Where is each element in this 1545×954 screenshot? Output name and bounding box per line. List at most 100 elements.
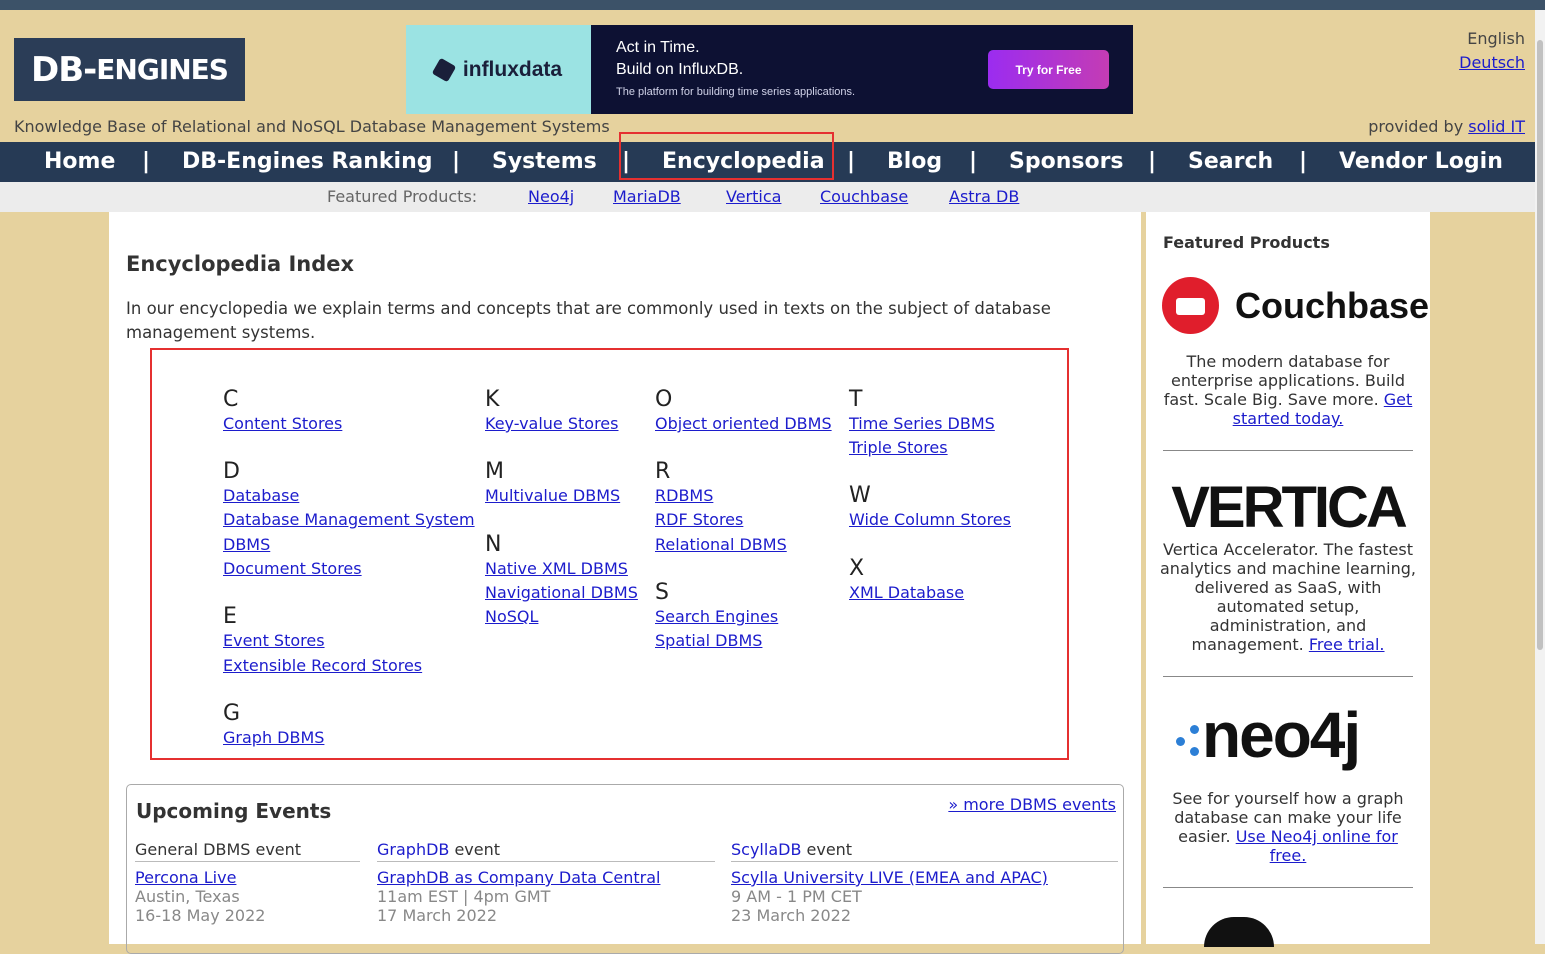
vertica-cta-link[interactable]: Free trial. bbox=[1309, 635, 1385, 654]
index-entry-search-engines[interactable]: Search Engines bbox=[655, 605, 778, 629]
index-entry-spatial-dbms[interactable]: Spatial DBMS bbox=[655, 629, 762, 653]
sidebar-divider bbox=[1163, 676, 1413, 677]
nav-blog[interactable]: Blog bbox=[887, 142, 942, 182]
index-entry-wide-column-stores[interactable]: Wide Column Stores bbox=[849, 508, 1011, 532]
index-letter: G bbox=[223, 701, 241, 726]
event-category-text: event bbox=[801, 840, 853, 859]
scrollbar-thumb[interactable] bbox=[1537, 40, 1543, 650]
featured-label: Featured Products: bbox=[327, 187, 478, 206]
index-entry-dbms-system[interactable]: Database Management System bbox=[223, 508, 475, 532]
featured-mariadb-link[interactable]: MariaDB bbox=[613, 182, 681, 212]
more-events-link[interactable]: » more DBMS events bbox=[948, 795, 1116, 814]
event-time: 11am EST | 4pm GMT bbox=[377, 887, 551, 906]
event-name-link[interactable]: Scylla University LIVE (EMEA and APAC) bbox=[731, 868, 1048, 887]
index-letter: W bbox=[849, 483, 871, 508]
ad-banner[interactable]: influxdata Act in Time. Build on InfluxD… bbox=[406, 25, 1133, 114]
couchbase-logo[interactable]: Couchbase bbox=[1162, 277, 1429, 334]
ad-brand-panel: influxdata bbox=[406, 25, 591, 114]
vertica-logo[interactable]: VERTICA bbox=[1162, 474, 1414, 541]
event-date: 16-18 May 2022 bbox=[135, 906, 266, 925]
neo4j-logo[interactable]: neo4j bbox=[1176, 703, 1361, 767]
neo4j-description: See for yourself how a graph database ca… bbox=[1158, 789, 1418, 865]
encyclopedia-index: C Content Stores D Database Database Man… bbox=[150, 348, 1069, 760]
nav-ranking[interactable]: DB-Engines Ranking bbox=[182, 142, 433, 182]
index-entry-rdf-stores[interactable]: RDF Stores bbox=[655, 508, 743, 532]
couchbase-text: The modern database for enterprise appli… bbox=[1163, 352, 1406, 409]
ad-brand: influxdata bbox=[462, 57, 563, 81]
nav-home[interactable]: Home bbox=[44, 142, 115, 182]
couchbase-wordmark: Couchbase bbox=[1235, 284, 1430, 326]
index-entry-native-xml-dbms[interactable]: Native XML DBMS bbox=[485, 557, 628, 581]
logo-text: DB- bbox=[31, 49, 97, 90]
index-entry-object-oriented-dbms[interactable]: Object oriented DBMS bbox=[655, 412, 832, 436]
nav-search[interactable]: Search bbox=[1188, 142, 1273, 182]
nav-separator: | bbox=[847, 149, 856, 174]
ad-cta-button[interactable]: Try for Free bbox=[988, 50, 1109, 89]
index-entry-relational-dbms[interactable]: Relational DBMS bbox=[655, 533, 787, 557]
featured-couchbase-link[interactable]: Couchbase bbox=[820, 182, 908, 212]
event-date: 17 March 2022 bbox=[377, 906, 498, 925]
couchbase-description: The modern database for enterprise appli… bbox=[1158, 352, 1418, 428]
index-letter: E bbox=[223, 604, 237, 629]
featured-vertica-link[interactable]: Vertica bbox=[726, 182, 781, 212]
mariadb-logo[interactable] bbox=[1204, 917, 1274, 947]
event-name-link[interactable]: Percona Live bbox=[135, 868, 236, 887]
index-entry-multivalue-dbms[interactable]: Multivalue DBMS bbox=[485, 484, 620, 508]
index-entry-triple-stores[interactable]: Triple Stores bbox=[849, 436, 948, 460]
main-content: Encyclopedia Index In our encyclopedia w… bbox=[109, 212, 1141, 954]
nav-sponsors[interactable]: Sponsors bbox=[1009, 142, 1124, 182]
solid-it-link[interactable]: solid IT bbox=[1468, 117, 1525, 136]
index-entry-document-stores[interactable]: Document Stores bbox=[223, 557, 362, 581]
index-entry-content-stores[interactable]: Content Stores bbox=[223, 412, 342, 436]
neo4j-graph-icon bbox=[1176, 715, 1202, 756]
index-entry-nosql[interactable]: NoSQL bbox=[485, 605, 538, 629]
event-category-link[interactable]: GraphDB bbox=[377, 840, 449, 859]
index-entry-rdbms[interactable]: RDBMS bbox=[655, 484, 713, 508]
sidebar-divider bbox=[1163, 887, 1413, 888]
event-name-link[interactable]: GraphDB as Company Data Central bbox=[377, 868, 660, 887]
nav-separator: | bbox=[142, 149, 151, 174]
featured-neo4j-link[interactable]: Neo4j bbox=[528, 182, 574, 212]
neo4j-cta-link[interactable]: Use Neo4j online for free. bbox=[1236, 827, 1398, 865]
provided-by: provided by solid IT bbox=[1368, 117, 1525, 136]
vertical-scrollbar[interactable] bbox=[1535, 10, 1545, 944]
ad-line1: Act in Time. bbox=[616, 39, 700, 56]
site-tagline: Knowledge Base of Relational and NoSQL D… bbox=[14, 117, 610, 136]
event-category: General DBMS event bbox=[135, 840, 360, 862]
index-entry-xml-database[interactable]: XML Database bbox=[849, 581, 964, 605]
index-letter: N bbox=[485, 532, 502, 557]
event-time: 9 AM - 1 PM CET bbox=[731, 887, 862, 906]
nav-separator: | bbox=[1299, 149, 1308, 174]
index-entry-dbms[interactable]: DBMS bbox=[223, 533, 270, 557]
influx-cube-icon bbox=[431, 57, 457, 82]
active-nav-highlight bbox=[619, 132, 834, 180]
vertica-description: Vertica Accelerator. The fastest analyti… bbox=[1158, 540, 1418, 654]
index-entry-event-stores[interactable]: Event Stores bbox=[223, 629, 325, 653]
nav-separator: | bbox=[452, 149, 461, 174]
language-deutsch-link[interactable]: Deutsch bbox=[1459, 53, 1525, 72]
index-letter: X bbox=[849, 556, 865, 581]
event-category-link[interactable]: ScyllaDB bbox=[731, 840, 801, 859]
sidebar-title: Featured Products bbox=[1163, 233, 1330, 252]
index-letter: M bbox=[485, 459, 504, 484]
nav-systems[interactable]: Systems bbox=[492, 142, 597, 182]
index-entry-extensible-record-stores[interactable]: Extensible Record Stores bbox=[223, 654, 422, 678]
sidebar-divider bbox=[1163, 450, 1413, 451]
ad-message-panel: Act in Time. Build on InfluxDB. The plat… bbox=[591, 25, 1133, 114]
nav-vendor-login[interactable]: Vendor Login bbox=[1339, 142, 1503, 182]
index-letter: K bbox=[485, 387, 500, 412]
featured-products-bar: Featured Products: Neo4j MariaDB Vertica… bbox=[0, 182, 1535, 212]
featured-astradb-link[interactable]: Astra DB bbox=[949, 182, 1019, 212]
site-logo[interactable]: DB- ENGINES bbox=[14, 38, 245, 101]
language-english: English bbox=[1467, 29, 1525, 48]
event-date: 23 March 2022 bbox=[731, 906, 852, 925]
index-entry-navigational-dbms[interactable]: Navigational DBMS bbox=[485, 581, 638, 605]
index-entry-database[interactable]: Database bbox=[223, 484, 299, 508]
index-letter: R bbox=[655, 459, 671, 484]
index-entry-graph-dbms[interactable]: Graph DBMS bbox=[223, 726, 324, 750]
index-entry-key-value-stores[interactable]: Key-value Stores bbox=[485, 412, 618, 436]
index-entry-time-series-dbms[interactable]: Time Series DBMS bbox=[849, 412, 995, 436]
event-column: GraphDB event GraphDB as Company Data Ce… bbox=[377, 840, 715, 925]
event-category: ScyllaDB event bbox=[731, 840, 1118, 862]
logo-text-small: ENGINES bbox=[96, 53, 229, 86]
